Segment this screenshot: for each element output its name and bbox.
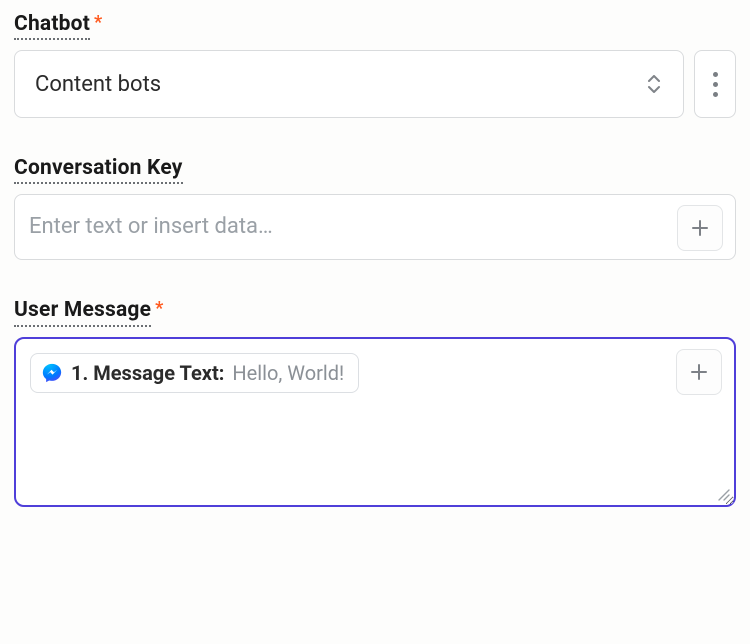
plus-icon	[690, 218, 710, 238]
chevron-up-down-icon	[645, 72, 663, 96]
required-mark: *	[94, 14, 102, 32]
required-mark: *	[155, 300, 163, 318]
chatbot-field: Chatbot * Content bots	[14, 12, 736, 118]
conversation-key-input[interactable]: Enter text or insert data…	[14, 194, 736, 260]
insert-data-button[interactable]	[677, 205, 723, 251]
dot-icon	[713, 92, 718, 97]
user-message-label: User Message	[14, 298, 151, 326]
conversation-key-label: Conversation Key	[14, 156, 183, 184]
chatbot-select-value: Content bots	[35, 72, 161, 97]
dot-icon	[713, 72, 718, 77]
message-token[interactable]: 1. Message Text: Hello, World!	[30, 353, 359, 393]
plus-icon	[689, 362, 709, 382]
conversation-key-label-row: Conversation Key	[14, 156, 736, 184]
message-token-label: 1. Message Text:	[71, 363, 224, 383]
chatbot-more-button[interactable]	[694, 50, 736, 118]
chatbot-label-row: Chatbot *	[14, 12, 736, 40]
messenger-icon	[41, 362, 63, 384]
user-message-label-row: User Message *	[14, 298, 736, 326]
conversation-key-field: Conversation Key Enter text or insert da…	[14, 156, 736, 260]
user-message-input[interactable]: 1. Message Text: Hello, World!	[14, 337, 736, 507]
resize-handle-icon	[716, 487, 730, 501]
user-message-field: User Message * 1. Message Text:	[14, 298, 736, 506]
conversation-key-placeholder: Enter text or insert data…	[29, 207, 273, 247]
dot-icon	[713, 82, 718, 87]
chatbot-select[interactable]: Content bots	[14, 50, 684, 118]
message-token-value: Hello, World!	[232, 363, 344, 383]
insert-data-button[interactable]	[676, 349, 722, 395]
chatbot-controls: Content bots	[14, 50, 736, 118]
chatbot-label: Chatbot	[14, 12, 90, 40]
